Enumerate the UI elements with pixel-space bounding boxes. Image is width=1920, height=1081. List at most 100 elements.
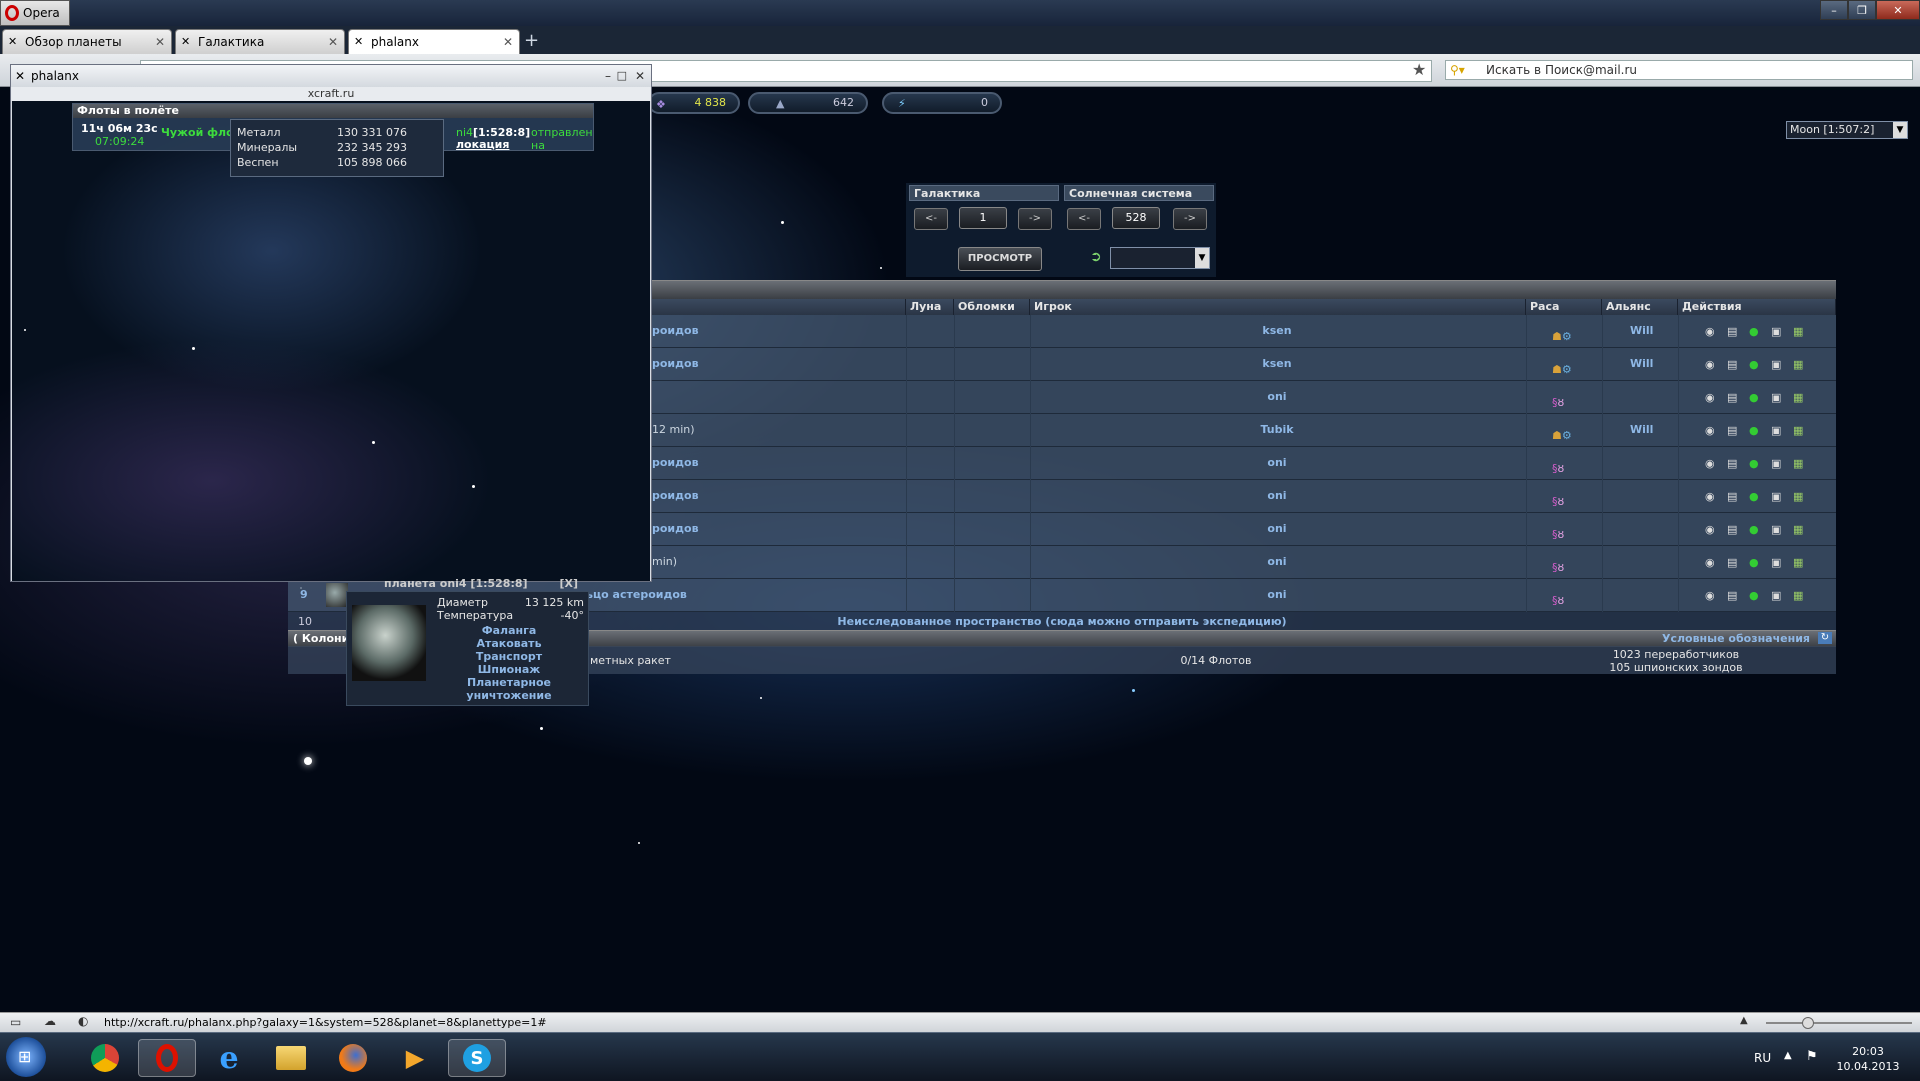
message-icon[interactable]: ▤ bbox=[1727, 556, 1739, 569]
message-icon[interactable]: ▤ bbox=[1727, 490, 1739, 503]
missile-attack-icon[interactable]: ▣ bbox=[1771, 589, 1783, 602]
taskbar-chrome[interactable] bbox=[76, 1039, 134, 1077]
message-icon[interactable]: ▤ bbox=[1727, 424, 1739, 437]
player-link[interactable]: Tubik bbox=[1217, 423, 1337, 436]
spy-eye-icon[interactable]: ◉ bbox=[1705, 589, 1717, 602]
new-tab-button[interactable]: + bbox=[524, 30, 539, 51]
phalanx-link[interactable]: Фаланга bbox=[433, 624, 585, 637]
minimize-icon[interactable]: – bbox=[605, 65, 611, 87]
moon-select[interactable]: Moon [1:507:2] ▼ bbox=[1786, 121, 1908, 139]
zoom-slider-handle[interactable] bbox=[1802, 1017, 1814, 1029]
clock-date[interactable]: 10.04.2013 bbox=[1828, 1060, 1908, 1073]
stats-icon[interactable]: ▦ bbox=[1793, 325, 1805, 338]
maximize-icon[interactable]: □ bbox=[617, 65, 627, 87]
system-next-button[interactable]: -> bbox=[1173, 208, 1207, 230]
legend-link[interactable]: Условные обозначения bbox=[1662, 632, 1810, 645]
panel-toggle-icon[interactable]: ▭ bbox=[10, 1015, 21, 1029]
stats-icon[interactable]: ▦ bbox=[1793, 358, 1805, 371]
player-link[interactable]: ksen bbox=[1217, 357, 1337, 370]
taskbar-skype[interactable]: S bbox=[448, 1039, 506, 1077]
message-icon[interactable]: ▤ bbox=[1727, 457, 1739, 470]
tab-phalanx[interactable]: ✕ phalanx ✕ bbox=[348, 29, 520, 54]
opera-menu-button[interactable]: Opera bbox=[0, 0, 70, 26]
planet-popup-close[interactable]: [X] bbox=[559, 577, 578, 589]
system-input[interactable]: 528 bbox=[1112, 207, 1160, 229]
taskbar-explorer[interactable] bbox=[262, 1039, 320, 1077]
spy-eye-icon[interactable]: ◉ bbox=[1705, 523, 1717, 536]
go-arrow-icon[interactable]: ➲ bbox=[1090, 249, 1102, 265]
message-icon[interactable]: ▤ bbox=[1727, 391, 1739, 404]
zoom-slider[interactable] bbox=[1766, 1017, 1912, 1029]
buddy-request-icon[interactable]: ● bbox=[1749, 391, 1761, 404]
planetary-destruction-link[interactable]: Планетарное bbox=[433, 676, 585, 689]
planet-name[interactable]: роидов bbox=[652, 522, 699, 535]
clock-time[interactable]: 20:03 bbox=[1828, 1045, 1908, 1058]
spy-eye-icon[interactable]: ◉ bbox=[1705, 358, 1717, 371]
planet-name[interactable]: роидов bbox=[652, 456, 699, 469]
planet-name[interactable]: льцо астероидов bbox=[578, 588, 687, 601]
system-prev-button[interactable]: <- bbox=[1067, 208, 1101, 230]
zoom-up-icon[interactable]: ▲ bbox=[1740, 1015, 1748, 1026]
player-link[interactable]: oni bbox=[1217, 456, 1337, 469]
buddy-request-icon[interactable]: ● bbox=[1749, 556, 1761, 569]
maximize-button[interactable]: ❐ bbox=[1848, 0, 1876, 20]
alliance-link[interactable]: Will bbox=[1630, 357, 1653, 370]
stats-icon[interactable]: ▦ bbox=[1793, 556, 1805, 569]
tab-galaxy[interactable]: ✕ Галактика ✕ bbox=[175, 29, 345, 54]
attack-link[interactable]: Атаковать bbox=[433, 637, 585, 650]
stats-icon[interactable]: ▦ bbox=[1793, 424, 1805, 437]
message-icon[interactable]: ▤ bbox=[1727, 589, 1739, 602]
tab-close-icon[interactable]: ✕ bbox=[503, 35, 513, 49]
planetary-destruction-link-2[interactable]: уничтожение bbox=[433, 689, 585, 702]
stats-icon[interactable]: ▦ bbox=[1793, 490, 1805, 503]
stats-icon[interactable]: ▦ bbox=[1793, 391, 1805, 404]
speed-dial-icon[interactable]: ◐ bbox=[78, 1014, 88, 1028]
planet-name[interactable]: роидов bbox=[652, 357, 699, 370]
buddy-request-icon[interactable]: ● bbox=[1749, 589, 1761, 602]
start-button[interactable]: ⊞ bbox=[6, 1037, 46, 1077]
galaxy-input[interactable]: 1 bbox=[959, 207, 1007, 229]
language-indicator[interactable]: RU bbox=[1754, 1051, 1771, 1065]
stats-icon[interactable]: ▦ bbox=[1793, 523, 1805, 536]
message-icon[interactable]: ▤ bbox=[1727, 358, 1739, 371]
refresh-icon[interactable]: ↻ bbox=[1818, 632, 1832, 644]
action-center-flag-icon[interactable]: ⚑ bbox=[1806, 1049, 1818, 1064]
search-engine-icon[interactable]: ⚲▾ bbox=[1450, 63, 1465, 77]
missile-attack-icon[interactable]: ▣ bbox=[1771, 424, 1783, 437]
taskbar-media-player[interactable]: ▶ bbox=[386, 1039, 444, 1077]
player-link[interactable]: oni bbox=[1217, 555, 1337, 568]
message-icon[interactable]: ▤ bbox=[1727, 325, 1739, 338]
planet-name[interactable]: роидов bbox=[652, 324, 699, 337]
missile-attack-icon[interactable]: ▣ bbox=[1771, 556, 1783, 569]
spy-eye-icon[interactable]: ◉ bbox=[1705, 325, 1717, 338]
taskbar-ie[interactable]: e bbox=[200, 1039, 258, 1077]
tray-expand-icon[interactable]: ▲ bbox=[1784, 1050, 1792, 1061]
buddy-request-icon[interactable]: ● bbox=[1749, 523, 1761, 536]
missile-attack-icon[interactable]: ▣ bbox=[1771, 391, 1783, 404]
close-icon[interactable]: ✕ bbox=[635, 65, 645, 87]
player-link[interactable]: oni bbox=[1217, 390, 1337, 403]
taskbar-opera[interactable] bbox=[138, 1039, 196, 1077]
missile-attack-icon[interactable]: ▣ bbox=[1771, 457, 1783, 470]
spy-eye-icon[interactable]: ◉ bbox=[1705, 391, 1717, 404]
stats-icon[interactable]: ▦ bbox=[1793, 457, 1805, 470]
tab-close-icon[interactable]: ✕ bbox=[328, 35, 338, 49]
buddy-request-icon[interactable]: ● bbox=[1749, 358, 1761, 371]
cloud-icon[interactable]: ☁ bbox=[44, 1014, 56, 1028]
buddy-request-icon[interactable]: ● bbox=[1749, 457, 1761, 470]
missile-attack-icon[interactable]: ▣ bbox=[1771, 523, 1783, 536]
missile-attack-icon[interactable]: ▣ bbox=[1771, 358, 1783, 371]
tab-close-icon[interactable]: ✕ bbox=[155, 35, 165, 49]
close-window-button[interactable]: ✕ bbox=[1876, 0, 1920, 20]
spy-eye-icon[interactable]: ◉ bbox=[1705, 457, 1717, 470]
search-field[interactable]: ⚲▾ Искать в Поиск@mail.ru bbox=[1445, 60, 1913, 80]
buddy-request-icon[interactable]: ● bbox=[1749, 490, 1761, 503]
message-icon[interactable]: ▤ bbox=[1727, 523, 1739, 536]
player-link[interactable]: oni bbox=[1217, 522, 1337, 535]
player-link[interactable]: ksen bbox=[1217, 324, 1337, 337]
galaxy-prev-button[interactable]: <- bbox=[914, 208, 948, 230]
foreign-fleet-link[interactable]: Чужой флот bbox=[161, 126, 240, 139]
planet-thumbnail[interactable] bbox=[326, 583, 348, 607]
spy-eye-icon[interactable]: ◉ bbox=[1705, 424, 1717, 437]
missile-attack-icon[interactable]: ▣ bbox=[1771, 490, 1783, 503]
